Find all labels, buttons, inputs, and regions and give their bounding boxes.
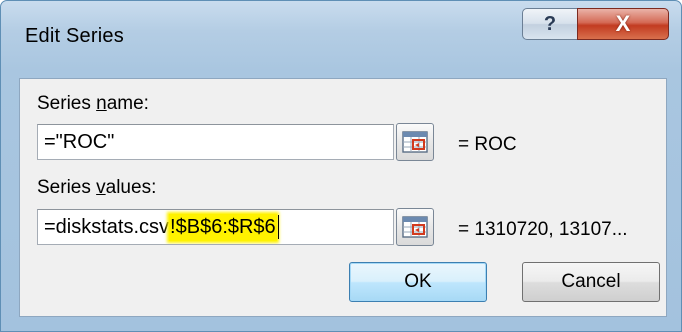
series-values-label-suffix: alues: [105,177,157,198]
series-name-label-accelerator: n [96,93,107,114]
close-icon: X [615,11,631,36]
ok-button[interactable]: OK [349,262,487,302]
edit-series-dialog: Edit Series ? X Series name: ="ROC" = RO… [0,0,682,332]
cancel-button[interactable]: Cancel [522,262,660,302]
series-name-input[interactable]: ="ROC" [37,124,394,160]
range-select-icon [402,216,428,238]
series-values-result: = 1310720, 13107... [458,219,628,240]
range-select-icon [402,131,428,153]
series-name-range-button[interactable] [396,123,434,161]
dialog-title: Edit Series [25,25,124,47]
series-values-highlighted-range: !$B$6:$R$6 [169,213,277,241]
series-values-input[interactable]: =diskstats.csv !$B$6:$R$6 [37,209,394,245]
help-button[interactable]: ? [522,8,578,40]
series-values-label-prefix: Series [37,177,97,198]
series-name-input-text: ="ROC" [44,130,115,153]
series-name-label: Series name: [37,93,149,115]
series-name-label-suffix: ame: [106,93,149,114]
help-icon: ? [543,12,557,35]
text-caret [277,215,279,239]
series-values-range-button[interactable] [396,208,434,246]
title-bar[interactable]: Edit Series ? X [1,1,681,77]
series-values-label: Series values: [37,177,156,199]
series-name-result: = ROC [458,134,517,155]
series-values-input-text: =diskstats.csv [44,215,170,238]
close-button[interactable]: X [577,8,669,40]
dialog-body: Series name: ="ROC" = ROC Series values:… [19,78,667,317]
series-values-label-accelerator: v [96,177,106,198]
series-name-label-prefix: Series [37,93,97,114]
